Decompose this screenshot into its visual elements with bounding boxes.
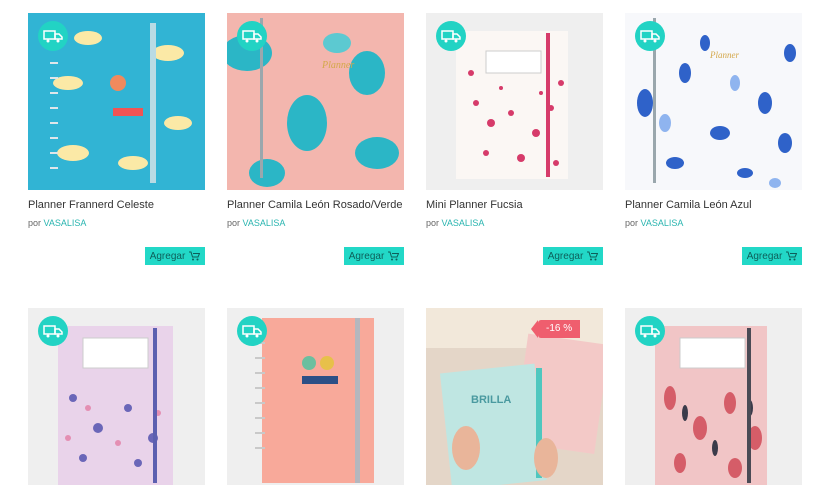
add-to-cart-button[interactable]: Agregar [742, 247, 802, 265]
vendor-link[interactable]: VASALISA [44, 218, 87, 228]
truck-icon [242, 325, 262, 338]
product-image[interactable] [28, 13, 205, 190]
cart-icon [388, 251, 400, 261]
vendor-link[interactable]: VASALISA [641, 218, 684, 228]
product-card[interactable]: Planner Planner Camila León Rosado/Verde… [227, 13, 404, 265]
discount-badge: -16 % [530, 320, 581, 338]
product-title[interactable]: Mini Planner Fucsia [426, 199, 523, 211]
truck-icon [43, 30, 63, 43]
cart-icon [189, 251, 201, 261]
truck-icon [43, 325, 63, 338]
product-vendor: por VASALISA [625, 218, 684, 228]
product-card[interactable] [625, 308, 802, 485]
shipping-badge [237, 316, 267, 346]
shipping-badge [635, 316, 665, 346]
truck-icon [441, 30, 461, 43]
shipping-badge [38, 21, 68, 51]
vendor-link[interactable]: VASALISA [243, 218, 286, 228]
product-image[interactable] [28, 308, 205, 485]
add-to-cart-button[interactable]: Agregar [543, 247, 603, 265]
cart-icon [786, 251, 798, 261]
product-image[interactable] [625, 308, 802, 485]
product-image[interactable] [227, 308, 404, 485]
product-image[interactable] [426, 13, 603, 190]
shipping-badge [38, 316, 68, 346]
add-to-cart-button[interactable]: Agregar [145, 247, 205, 265]
product-card[interactable]: Planner Planner Camila León Azul por VAS… [625, 13, 802, 265]
product-image[interactable]: Planner [227, 13, 404, 190]
vendor-link[interactable]: VASALISA [442, 218, 485, 228]
product-card[interactable]: Mini Planner Fucsia por VASALISA Agregar [426, 13, 603, 265]
product-title[interactable]: Planner Camila León Rosado/Verde [227, 199, 403, 211]
product-vendor: por VASALISA [227, 218, 286, 228]
svg-text:BRILLA: BRILLA [471, 394, 511, 406]
cart-icon [587, 251, 599, 261]
product-title[interactable]: Planner Camila León Azul [625, 199, 752, 211]
product-vendor: por VASALISA [426, 218, 485, 228]
product-image[interactable]: BRILLA -16 % [426, 308, 603, 485]
product-card[interactable]: Planner Frannerd Celeste por VASALISA Ag… [28, 13, 205, 265]
product-image[interactable]: Planner [625, 13, 802, 190]
product-card[interactable] [28, 308, 205, 485]
truck-icon [640, 30, 660, 43]
truck-icon [640, 325, 660, 338]
svg-text:Planner: Planner [321, 60, 354, 71]
shipping-badge [635, 21, 665, 51]
product-card[interactable]: BRILLA -16 % [426, 308, 603, 485]
shipping-badge [436, 21, 466, 51]
product-title[interactable]: Planner Frannerd Celeste [28, 199, 154, 211]
truck-icon [242, 30, 262, 43]
product-vendor: por VASALISA [28, 218, 87, 228]
shipping-badge [237, 21, 267, 51]
add-to-cart-button[interactable]: Agregar [344, 247, 404, 265]
svg-text:Planner: Planner [709, 50, 739, 60]
product-card[interactable] [227, 308, 404, 485]
